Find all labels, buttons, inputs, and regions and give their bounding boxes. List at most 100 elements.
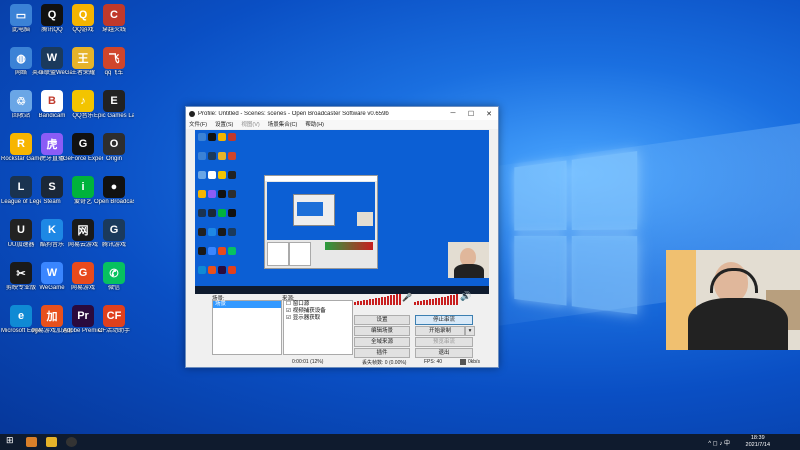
preview-webcam [448, 242, 489, 278]
speaker-icon[interactable]: 🎤 [402, 293, 412, 302]
preview-mini-icon [218, 228, 226, 236]
preview-mini-icon [198, 209, 206, 217]
system-tray: 18:39 2021/7/14 [746, 435, 770, 449]
desktop: ▭此电脑Q腾讯QQQQQ游戏C穿越火线◍网络W英雄联盟WeGame版王王者荣耀飞… [0, 0, 800, 434]
desktop-icon-label: Open Broadcaster [94, 199, 134, 205]
maximize-icon[interactable]: ☐ [462, 110, 480, 118]
preview-mini-icon [228, 152, 236, 160]
desktop-icon[interactable]: CF CF活动助手 [94, 305, 134, 335]
clock-time[interactable]: 18:39 [746, 435, 770, 442]
app-icon: R [10, 133, 32, 155]
meter-bar [354, 302, 356, 305]
preview-mini-icon [228, 171, 236, 179]
desktop-icon-label: 微信 [107, 285, 120, 291]
meter-bar [423, 300, 425, 305]
desktop-icon[interactable]: ✆ 微信 [94, 262, 134, 292]
start-icon[interactable]: ⊞ [6, 436, 17, 446]
desktop-icon-label: qq飞车 [104, 70, 124, 76]
meter-bar [357, 301, 359, 305]
edit-scene-button[interactable]: 编辑场景 [354, 326, 410, 336]
desktop-icon-label: Origin [105, 156, 122, 162]
meter-bar [417, 301, 419, 305]
app-icon: W [41, 262, 63, 284]
stop-stream-button[interactable]: 停止串流 [415, 315, 473, 325]
menu-settings[interactable]: 设置(S) [215, 120, 233, 129]
preview-mini-icon [218, 152, 226, 160]
meter-bar [375, 298, 377, 305]
meter-bar [381, 297, 383, 305]
clock-date[interactable]: 2021/7/14 [746, 442, 770, 449]
preview-mini-icon [228, 190, 236, 198]
fps-readout: FPS: 40 [424, 359, 443, 365]
taskbar-app-icon[interactable] [26, 437, 37, 447]
plugins-button[interactable]: 插件 [354, 348, 410, 358]
desktop-icon[interactable]: 飞 qq飞车 [94, 47, 134, 77]
app-icon: W [41, 47, 63, 69]
app-icon: e [10, 305, 32, 327]
desktop-icon[interactable]: O Origin [94, 133, 134, 163]
desktop-icon[interactable]: ●Open Broadcaster [94, 176, 134, 206]
meter-bar [432, 298, 434, 305]
menu-scene-collection[interactable]: 场景集合(C) [268, 120, 298, 129]
app-icon: B [41, 90, 63, 112]
menu-view[interactable]: 视图(V) [241, 120, 259, 129]
app-icon: 飞 [103, 47, 125, 69]
preview-mini-icon [208, 133, 216, 141]
desktop-icon[interactable]: G 腾讯游戏 [94, 219, 134, 249]
meter-bar [447, 295, 449, 305]
obs-window[interactable]: Profile: Untitled - Scenes: scenes - Ope… [185, 106, 499, 368]
app-icon: ♪ [72, 90, 94, 112]
preview-mini-icon [218, 266, 226, 274]
preview-mini-icon [218, 209, 226, 217]
desktop-audio-meter [354, 293, 401, 305]
volume-icon[interactable]: 🔊 [460, 292, 471, 302]
app-icon: ✂ [10, 262, 32, 284]
start-record-button[interactable]: 开始录制 [415, 326, 465, 336]
app-icon: S [41, 176, 63, 198]
app-icon: U [10, 219, 32, 241]
source-item[interactable]: ☑ 视频捕获设备 [284, 308, 352, 315]
meter-bar [429, 299, 431, 305]
desktop-icon[interactable]: C 穿越火线 [94, 4, 134, 34]
meter-bar [372, 298, 374, 305]
app-icon: ▭ [10, 4, 32, 26]
preview-mini-icon [208, 247, 216, 255]
source-item[interactable]: ☐ 窗口源 [284, 301, 352, 308]
title-bar[interactable]: Profile: Untitled - Scenes: scenes - Ope… [186, 107, 498, 120]
app-icon: ♲ [10, 90, 32, 112]
taskbar-app-icon[interactable] [46, 437, 57, 447]
app-icon: E [103, 90, 125, 112]
scenes-list[interactable]: 场景 [212, 300, 282, 355]
preview-mini-icon [228, 266, 236, 274]
record-dropdown-button[interactable]: ▾ [465, 326, 475, 336]
exit-button[interactable]: 退出 [415, 348, 473, 358]
app-icon: C [103, 4, 125, 26]
source-item[interactable]: ☑ 显示器获取 [284, 315, 352, 322]
mic-audio-meter [414, 293, 458, 305]
preview-mini-icon [208, 152, 216, 160]
sources-list[interactable]: ☐ 窗口源 ☑ 视频捕获设备 ☑ 显示器获取 [283, 300, 353, 355]
scene-item[interactable]: 场景 [213, 301, 281, 308]
preview-mini-icon [198, 228, 206, 236]
tray-icons[interactable]: ^ ◻ ♪ 中 [708, 438, 730, 447]
desktop-icon[interactable]: EEpic Games Launcher [94, 90, 134, 120]
menu-file[interactable]: 文件(F) [189, 120, 207, 129]
meter-bar [456, 294, 458, 305]
preview-mini-icon [218, 133, 226, 141]
menu-help[interactable]: 帮助(H) [305, 120, 324, 129]
close-icon[interactable]: ✕ [480, 110, 498, 118]
meter-bar [399, 293, 401, 305]
meter-bar [390, 295, 392, 305]
preview-stream-button[interactable]: 预览串流 [415, 337, 473, 347]
app-icon: G [103, 219, 125, 241]
app-icon: 王 [72, 47, 94, 69]
app-icon: G [72, 262, 94, 284]
taskbar-obs-icon[interactable] [66, 437, 77, 447]
dropped-frames: 丢失帧数: 0 (0.00%) [362, 360, 407, 366]
preview-mini-icon [208, 228, 216, 236]
global-sources-button[interactable]: 全域来源 [354, 337, 410, 347]
preview-mini-icon [228, 209, 236, 217]
settings-button[interactable]: 设置 [354, 315, 410, 325]
minimize-icon[interactable]: ─ [444, 110, 462, 117]
meter-bar [435, 298, 437, 305]
